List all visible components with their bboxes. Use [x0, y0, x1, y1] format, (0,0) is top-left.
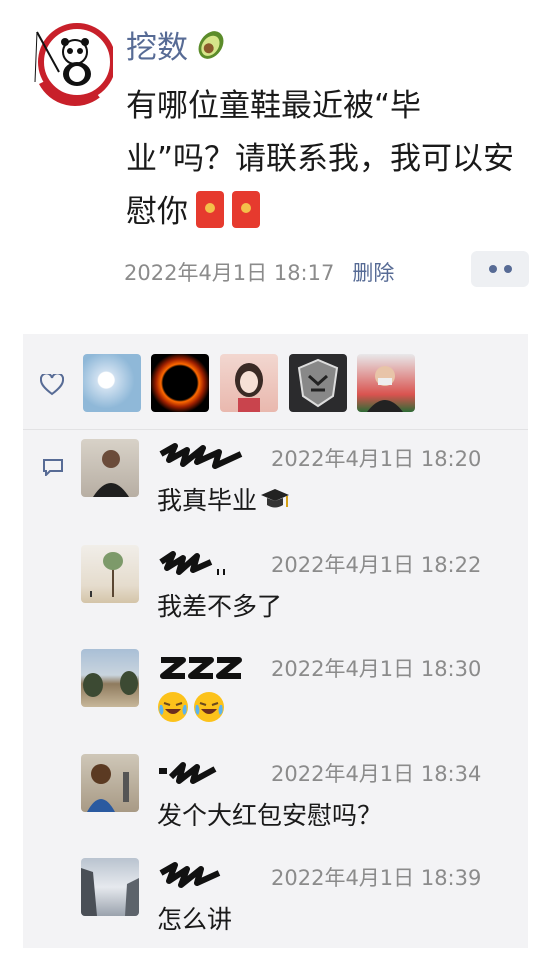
- commenter-name-redacted[interactable]: [157, 757, 249, 787]
- comment-text-content: 我真毕业: [157, 486, 258, 515]
- tiger-shield-icon: [297, 358, 339, 408]
- cliff-icon: [81, 868, 139, 916]
- delete-link[interactable]: 删除: [352, 257, 394, 287]
- commenter-avatar[interactable]: [81, 649, 139, 707]
- landscape-icon: [83, 671, 138, 697]
- comment-text: 我真毕业: [157, 481, 291, 517]
- like-avatar[interactable]: [220, 354, 278, 412]
- interaction-panel: 2022年4月1日 18:20 我真毕业 2022年4月1日 18:22 我差不…: [23, 334, 528, 948]
- more-options-button[interactable]: [471, 251, 529, 287]
- post-content: 有哪位童鞋最近被“毕业”吗？请联系我，我可以安慰你: [126, 80, 526, 239]
- author-avatar[interactable]: [27, 22, 113, 108]
- like-avatar[interactable]: [151, 354, 209, 412]
- post-author-name[interactable]: 挖数: [126, 22, 188, 67]
- comment-text: 我差不多了: [157, 587, 282, 623]
- comment-icon: [43, 459, 63, 476]
- comment-item[interactable]: 2022年4月1日 18:39 怎么讲: [81, 858, 521, 954]
- person-mask-icon: [367, 366, 403, 412]
- tree-icon: [90, 552, 123, 597]
- like-avatar[interactable]: [357, 354, 415, 412]
- anime-girl-icon: [235, 363, 263, 412]
- commenter-name-redacted[interactable]: [157, 652, 249, 682]
- post-author[interactable]: 挖数: [126, 22, 228, 67]
- comment-time: 2022年4月1日 18:39: [271, 866, 482, 890]
- comment-item[interactable]: 2022年4月1日 18:34 发个大红包安慰吗？: [81, 754, 521, 850]
- commenter-avatar[interactable]: [81, 754, 139, 812]
- avocado-icon: [198, 30, 224, 59]
- commenter-avatar[interactable]: [81, 439, 139, 497]
- comment-time: 2022年4月1日 18:22: [271, 553, 482, 577]
- dot-icon: [503, 265, 512, 273]
- comment-text: [157, 691, 229, 723]
- comment-time: 2022年4月1日 18:20: [271, 447, 482, 471]
- comment-text: 发个大红包安慰吗？: [157, 796, 382, 832]
- graduation-cap-icon: [261, 489, 290, 508]
- commenter-avatar[interactable]: [81, 545, 139, 603]
- like-avatar[interactable]: [83, 354, 141, 412]
- post-meta: 2022年4月1日 18:17 删除: [124, 257, 394, 287]
- laughing-crying-icon: [194, 692, 224, 722]
- comment-item[interactable]: 2022年4月1日 18:20 我真毕业: [81, 439, 521, 535]
- red-envelope-icon: [196, 191, 224, 228]
- comment-text: 怎么讲: [157, 900, 232, 936]
- commenter-name-redacted[interactable]: [157, 548, 249, 578]
- commenter-name-redacted[interactable]: [157, 442, 249, 472]
- comment-time: 2022年4月1日 18:30: [271, 657, 482, 681]
- likes-row: [23, 352, 528, 418]
- comment-item[interactable]: 2022年4月1日 18:22 我差不多了: [81, 545, 521, 641]
- red-envelope-icon: [232, 191, 260, 228]
- post-text: 有哪位童鞋最近被“毕业”吗？请联系我，我可以安慰你: [126, 88, 515, 230]
- commenter-avatar[interactable]: [81, 858, 139, 916]
- child-icon: [87, 764, 129, 812]
- comment-item[interactable]: 2022年4月1日 18:30: [81, 649, 521, 745]
- post-timestamp: 2022年4月1日 18:17: [124, 261, 335, 285]
- dot-icon: [488, 265, 497, 273]
- like-avatar[interactable]: [289, 354, 347, 412]
- comment-text-content: 发个大红包安慰吗？: [157, 801, 383, 830]
- comment-text-content: 怎么讲: [157, 905, 233, 934]
- commenter-name-redacted[interactable]: [157, 861, 249, 891]
- comment-time: 2022年4月1日 18:34: [271, 762, 482, 786]
- comment-text-content: 我差不多了: [157, 592, 283, 621]
- heart-icon: [40, 374, 64, 396]
- divider: [23, 429, 528, 430]
- person-icon: [93, 450, 129, 497]
- laughing-crying-icon: [158, 692, 188, 722]
